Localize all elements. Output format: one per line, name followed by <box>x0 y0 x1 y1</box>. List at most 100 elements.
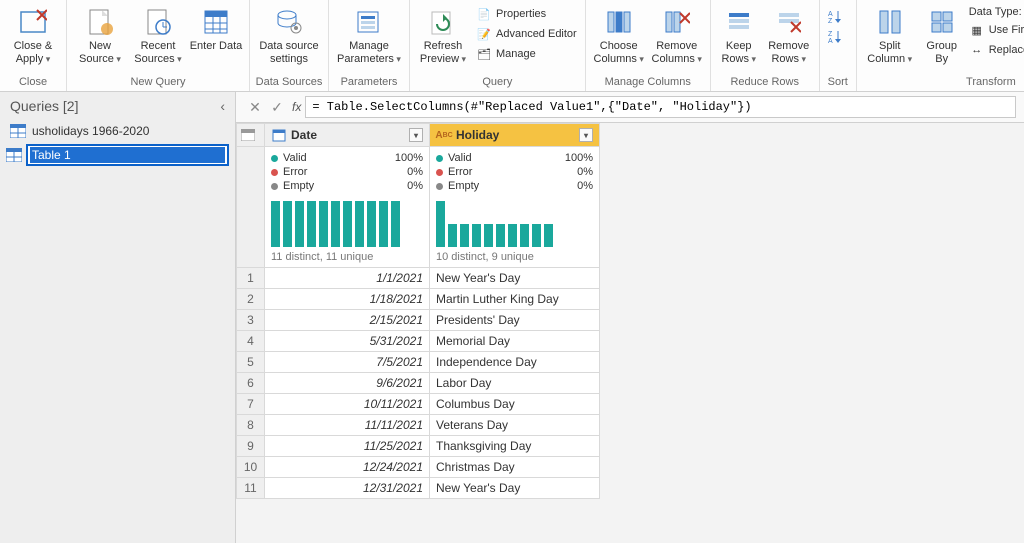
accept-formula-button[interactable]: ✓ <box>266 99 288 116</box>
first-row-headers-button[interactable]: ▦Use First Row as Headers <box>965 20 1024 40</box>
collapse-pane-button[interactable]: ‹ <box>220 98 225 114</box>
manage-button[interactable]: 🗂Manage <box>472 44 581 64</box>
choose-columns-button[interactable]: Choose Columns <box>590 2 648 70</box>
row-number[interactable]: 5 <box>237 352 265 373</box>
query-item-editing[interactable] <box>0 142 235 168</box>
cell-date[interactable]: 11/25/2021 <box>265 436 430 457</box>
manage-parameters-button[interactable]: Manage Parameters <box>333 2 405 70</box>
manage-parameters-icon <box>355 8 383 36</box>
table-row[interactable]: 45/31/2021Memorial Day <box>237 331 600 352</box>
recent-sources-button[interactable]: Recent Sources <box>129 2 187 70</box>
cell-holiday[interactable]: Thanksgiving Day <box>430 436 600 457</box>
table-icon <box>6 148 22 162</box>
table-row[interactable]: 710/11/2021Columbus Day <box>237 394 600 415</box>
data-type-button[interactable]: Data Type: Text <box>965 4 1024 20</box>
enter-data-button[interactable]: Enter Data <box>187 2 245 57</box>
group-by-button[interactable]: Group By <box>919 2 965 70</box>
column-header-holiday[interactable]: ABC Holiday ▾ <box>430 124 600 147</box>
cell-date[interactable]: 11/11/2021 <box>265 415 430 436</box>
new-source-button[interactable]: New Source <box>71 2 129 70</box>
replace-values-button[interactable]: ↔Replace Values <box>965 40 1024 60</box>
table-row[interactable]: 911/25/2021Thanksgiving Day <box>237 436 600 457</box>
column-header-date[interactable]: Date ▾ <box>265 124 430 147</box>
table-row[interactable]: 21/18/2021Martin Luther King Day <box>237 289 600 310</box>
query-item-usholidays[interactable]: usholidays 1966-2020 <box>0 120 235 142</box>
ribbon-group-label: Close <box>19 74 47 91</box>
close-and-apply-button[interactable]: Close & Apply <box>4 2 62 70</box>
cell-holiday[interactable]: Columbus Day <box>430 394 600 415</box>
table-row[interactable]: 57/5/2021Independence Day <box>237 352 600 373</box>
table-row[interactable]: 32/15/2021Presidents' Day <box>237 310 600 331</box>
query-rename-input[interactable] <box>30 147 225 163</box>
cell-holiday[interactable]: Labor Day <box>430 373 600 394</box>
row-number[interactable]: 8 <box>237 415 265 436</box>
row-number[interactable]: 4 <box>237 331 265 352</box>
table-corner[interactable] <box>237 124 265 147</box>
column-filter-button[interactable]: ▾ <box>409 128 423 142</box>
data-source-settings-button[interactable]: Data source settings <box>254 2 324 70</box>
cell-holiday[interactable]: Christmas Day <box>430 457 600 478</box>
row-number[interactable]: 3 <box>237 310 265 331</box>
headers-icon: ▦ <box>969 22 985 38</box>
table-row[interactable]: 1112/31/2021New Year's Day <box>237 478 600 499</box>
cell-holiday[interactable]: New Year's Day <box>430 268 600 289</box>
advanced-editor-button[interactable]: 📝Advanced Editor <box>472 24 581 44</box>
queries-pane: Queries [2] ‹ usholidays 1966-2020 <box>0 92 236 543</box>
fx-icon: fx <box>292 100 301 114</box>
remove-columns-button[interactable]: Remove Columns <box>648 2 706 70</box>
formula-bar: ✕ ✓ fx <box>236 92 1024 123</box>
remove-rows-button[interactable]: Remove Rows <box>763 2 815 70</box>
svg-text:A: A <box>828 38 833 44</box>
cell-date[interactable]: 10/11/2021 <box>265 394 430 415</box>
row-number[interactable]: 2 <box>237 289 265 310</box>
cell-date[interactable]: 5/31/2021 <box>265 331 430 352</box>
advanced-editor-icon: 📝 <box>476 26 492 42</box>
sort-asc-button[interactable]: AZ <box>826 6 850 26</box>
ribbon-group-label: Manage Columns <box>605 74 691 91</box>
query-item-label: usholidays 1966-2020 <box>32 124 149 138</box>
cell-holiday[interactable]: Martin Luther King Day <box>430 289 600 310</box>
remove-columns-icon <box>664 9 690 35</box>
formula-input[interactable] <box>305 96 1016 118</box>
cell-holiday[interactable]: Veterans Day <box>430 415 600 436</box>
keep-rows-button[interactable]: Keep Rows <box>715 2 763 70</box>
keep-rows-icon <box>727 10 751 34</box>
row-number[interactable]: 9 <box>237 436 265 457</box>
column-name: Holiday <box>456 128 499 142</box>
cell-holiday[interactable]: New Year's Day <box>430 478 600 499</box>
row-number[interactable]: 6 <box>237 373 265 394</box>
cell-holiday[interactable]: Presidents' Day <box>430 310 600 331</box>
row-number[interactable]: 10 <box>237 457 265 478</box>
cancel-formula-button[interactable]: ✕ <box>244 99 266 116</box>
text-type-icon[interactable]: ABC <box>436 127 452 143</box>
cell-date[interactable]: 1/18/2021 <box>265 289 430 310</box>
table-row[interactable]: 69/6/2021Labor Day <box>237 373 600 394</box>
split-column-icon <box>878 9 902 35</box>
row-number[interactable]: 11 <box>237 478 265 499</box>
cell-date[interactable]: 12/24/2021 <box>265 457 430 478</box>
date-type-icon[interactable] <box>271 127 287 143</box>
cell-date[interactable]: 9/6/2021 <box>265 373 430 394</box>
ribbon-group-label: Parameters <box>341 74 398 91</box>
data-grid[interactable]: Date ▾ ABC Holiday ▾ <box>236 123 1024 543</box>
cell-holiday[interactable]: Independence Day <box>430 352 600 373</box>
table-row[interactable]: 11/1/2021New Year's Day <box>237 268 600 289</box>
column-filter-button[interactable]: ▾ <box>579 128 593 142</box>
cell-date[interactable]: 2/15/2021 <box>265 310 430 331</box>
split-column-button[interactable]: Split Column <box>861 2 919 70</box>
row-number[interactable]: 1 <box>237 268 265 289</box>
cell-date[interactable]: 12/31/2021 <box>265 478 430 499</box>
sort-desc-button[interactable]: ZA <box>826 26 850 46</box>
distribution-chart-holiday <box>436 199 593 247</box>
table-row[interactable]: 1012/24/2021Christmas Day <box>237 457 600 478</box>
cell-date[interactable]: 1/1/2021 <box>265 268 430 289</box>
svg-text:A: A <box>828 11 833 18</box>
refresh-preview-button[interactable]: Refresh Preview <box>414 2 472 70</box>
cell-holiday[interactable]: Memorial Day <box>430 331 600 352</box>
cell-date[interactable]: 7/5/2021 <box>265 352 430 373</box>
row-number[interactable]: 7 <box>237 394 265 415</box>
table-row[interactable]: 811/11/2021Veterans Day <box>237 415 600 436</box>
properties-icon: 📄 <box>476 6 492 22</box>
properties-button[interactable]: 📄Properties <box>472 4 581 24</box>
ribbon-group-query: Refresh Preview 📄Properties 📝Advanced Ed… <box>410 0 586 91</box>
